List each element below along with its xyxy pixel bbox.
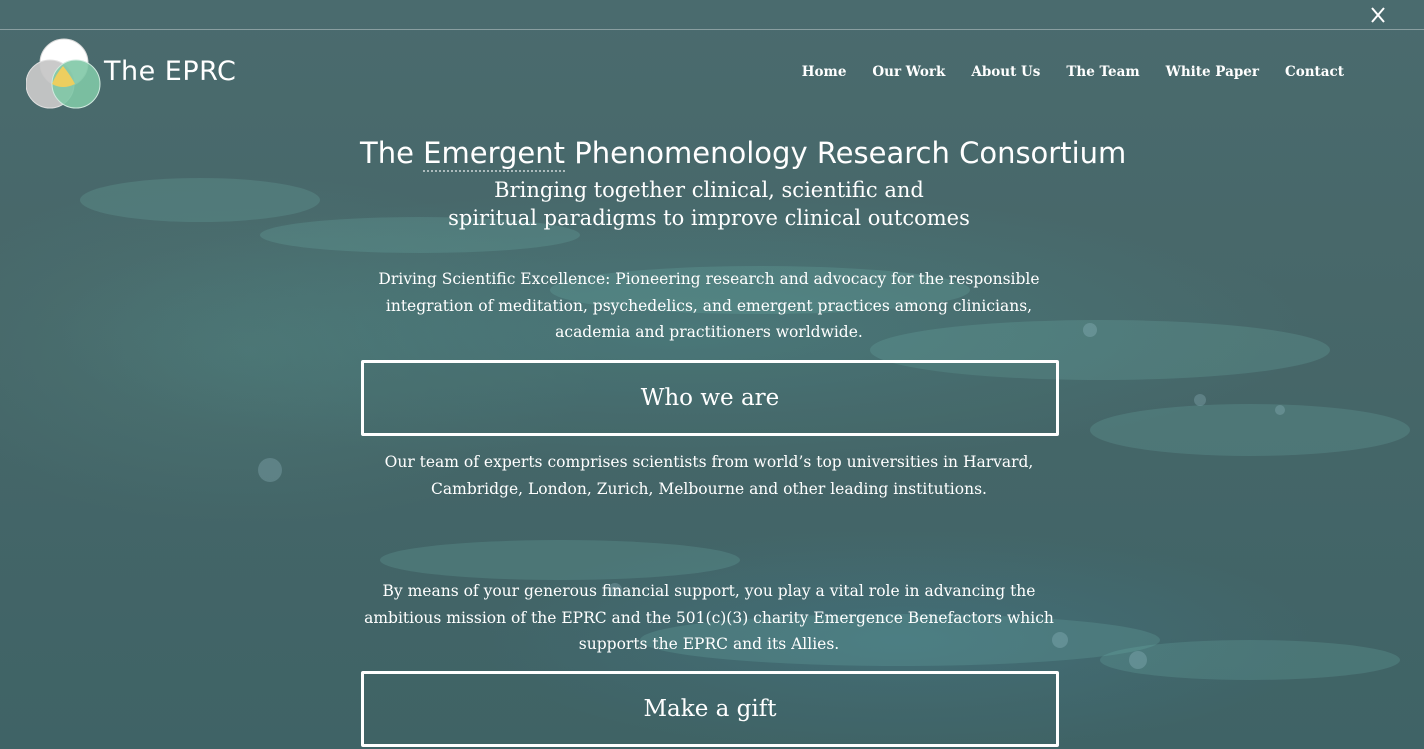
page-subtitle: Bringing together clinical, scientific a…: [360, 176, 1058, 232]
make-a-gift-button[interactable]: Make a gift: [361, 671, 1059, 747]
top-bar: [0, 0, 1424, 30]
close-x-icon[interactable]: [1368, 5, 1388, 25]
subtitle-line-1: Bringing together clinical, scientific a…: [494, 178, 924, 202]
support-paragraph: By means of your generous financial supp…: [364, 582, 1054, 653]
site-logo[interactable]: The EPRC: [25, 38, 246, 112]
hero-content: The Emergent Phenomenology Research Cons…: [360, 134, 1126, 747]
team-paragraph: Our team of experts comprises scientists…: [384, 453, 1034, 498]
nav-our-work[interactable]: Our Work: [872, 64, 945, 80]
subtitle-line-2: spiritual paradigms to improve clinical …: [448, 206, 970, 230]
nav-white-paper[interactable]: White Paper: [1166, 64, 1259, 80]
nav-contact[interactable]: Contact: [1285, 64, 1344, 80]
who-we-are-button[interactable]: Who we are: [361, 360, 1059, 436]
title-prefix: The: [360, 136, 424, 170]
nav-home[interactable]: Home: [802, 64, 847, 80]
nav-the-team[interactable]: The Team: [1066, 64, 1139, 80]
intro-paragraph: Driving Scientific Excellence: Pioneerin…: [378, 270, 1040, 341]
page-title: The Emergent Phenomenology Research Cons…: [360, 134, 1126, 172]
main-nav: Home Our Work About Us The Team White Pa…: [802, 64, 1344, 80]
title-suffix: Phenomenology Research Consortium: [564, 136, 1127, 170]
brand-name: The EPRC: [104, 56, 237, 87]
title-emergent-word: Emergent: [423, 136, 565, 172]
nav-about-us[interactable]: About Us: [971, 64, 1040, 80]
venn-diagram-logo-icon: [25, 38, 101, 109]
